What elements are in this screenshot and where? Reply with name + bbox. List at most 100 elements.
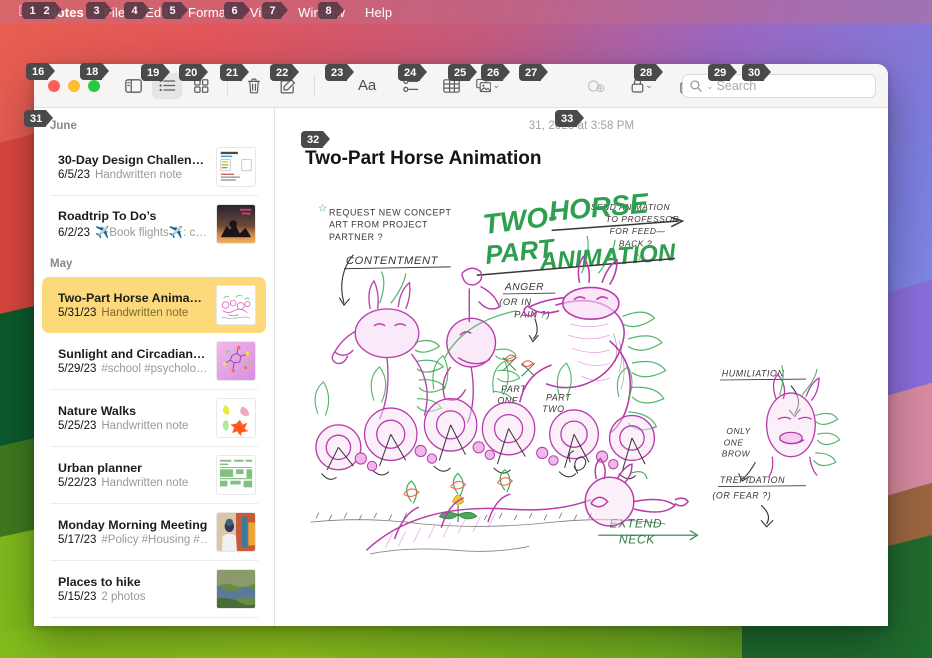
svg-text:TWO: TWO — [542, 404, 564, 414]
toolbar-divider-2 — [314, 74, 315, 97]
note-meta: 6/2/23 ✈️Book flights✈️: c… — [58, 225, 208, 239]
list-item[interactable]: Nature Walks 5/25/23 Handwritten note — [42, 390, 266, 446]
badge-18: 18 — [80, 63, 110, 80]
note-date: 5/17/23 — [58, 534, 97, 546]
note-thumbnail — [216, 569, 256, 609]
badge-4: 4 — [124, 2, 150, 19]
window-body: June 30-Day Design Challen… 6/5/23 Handwr… — [34, 108, 888, 626]
collaborate-icon[interactable] — [582, 73, 612, 99]
note-thumbnail — [216, 285, 256, 325]
note-thumbnail — [216, 147, 256, 187]
note-subtitle: #school #psycholo… — [101, 363, 208, 375]
format-text-icon[interactable]: Aa — [352, 73, 382, 99]
note-subtitle: 2 photos — [101, 591, 146, 603]
svg-text:CONTENTMENT: CONTENTMENT — [346, 255, 439, 267]
badge-26: 26 — [481, 64, 511, 81]
badge-25: 25 — [448, 64, 478, 81]
svg-text:HUMILIATION: HUMILIATION — [722, 368, 785, 378]
svg-text:ONLY: ONLY — [726, 426, 751, 436]
svg-text:BROW: BROW — [722, 449, 751, 459]
badge-22: 22 — [270, 64, 300, 81]
svg-text:PARTNER ?: PARTNER ? — [329, 232, 383, 242]
badge-3: 3 — [86, 2, 112, 19]
svg-text:FOR FEED—: FOR FEED— — [610, 226, 666, 236]
badge-8: 8 — [318, 2, 344, 19]
note-thumbnail — [216, 512, 256, 552]
badge-2: 2 — [36, 2, 62, 19]
badge-24: 24 — [398, 64, 428, 81]
note-meta: 5/17/23 #Policy #Housing #… — [58, 534, 208, 546]
list-item[interactable]: Summer Outfits 5/15/23 — [42, 618, 266, 626]
badge-19: 19 — [141, 64, 171, 81]
note-meta: 5/15/23 2 photos — [58, 591, 208, 603]
menu-item-help[interactable]: Help — [355, 5, 402, 20]
window-controls — [34, 79, 116, 92]
badge-16: 16 — [26, 63, 56, 80]
badge-6: 6 — [224, 2, 250, 19]
note-thumbnail — [216, 455, 256, 495]
note-title: Nature Walks — [58, 404, 137, 418]
note-subtitle: Handwritten note — [101, 307, 189, 319]
list-item[interactable]: Sunlight and Circadian… 5/29/23 #school #… — [42, 333, 266, 389]
note-thumbnail — [216, 341, 256, 381]
section-header-may: May — [50, 258, 73, 270]
note-detail-pane[interactable]: 31, 2023 at 3:58 PM Two-Part Horse Anima… — [275, 108, 888, 626]
svg-text:TREPIDATION: TREPIDATION — [720, 475, 785, 485]
lock-chevron-down-icon[interactable]: ⌄ — [645, 80, 653, 91]
badge-21: 21 — [220, 64, 250, 81]
note-title: Two-Part Horse Anima… — [58, 291, 202, 305]
list-item[interactable]: Roadtrip To Do’s 6/2/23 ✈️Book flights✈️:… — [42, 196, 266, 252]
note-meta: 5/31/23 Handwritten note — [58, 307, 208, 319]
svg-text:ART FROM PROJECT: ART FROM PROJECT — [329, 220, 428, 230]
badge-31: 31 — [24, 110, 54, 127]
svg-text:REQUEST NEW CONCEPT: REQUEST NEW CONCEPT — [329, 207, 451, 217]
badge-28: 28 — [634, 64, 664, 81]
note-meta: 6/5/23 Handwritten note — [58, 169, 208, 181]
section-header-june: June — [50, 120, 77, 132]
note-date: 5/25/23 — [58, 420, 97, 432]
note-meta: 5/22/23 Handwritten note — [58, 477, 208, 489]
zoom-button[interactable] — [88, 79, 100, 92]
list-item-selected[interactable]: Two-Part Horse Anima… 5/31/23 Handwritten… — [42, 277, 266, 333]
badge-5: 5 — [162, 2, 188, 19]
media-chevron-down-icon[interactable]: ⌄ — [492, 80, 500, 91]
list-item[interactable]: 30-Day Design Challen… 6/5/23 Handwritten… — [42, 139, 266, 195]
note-title: Places to hike — [58, 575, 141, 589]
note-subtitle: ✈️Book flights✈️: c… — [94, 227, 207, 239]
badge-32: 32 — [301, 131, 331, 148]
badge-33: 33 — [555, 110, 585, 127]
handwritten-horse-animation-sketch[interactable]: REQUEST NEW CONCEPT ART FROM PROJECT PAR… — [301, 180, 862, 580]
list-item[interactable]: Urban planner 5/22/23 Handwritten note — [42, 447, 266, 503]
list-item[interactable]: Monday Morning Meeting 5/17/23 #Policy #H… — [42, 504, 266, 560]
search-chevron-down-icon[interactable]: ⌄ — [706, 81, 714, 92]
svg-text:PAIN ?): PAIN ?) — [514, 309, 550, 319]
note-title: Monday Morning Meeting — [58, 518, 208, 532]
search-icon — [690, 80, 702, 92]
search-placeholder: Search — [716, 79, 757, 93]
note-date: 5/15/23 — [58, 591, 97, 603]
note-date: 6/5/23 — [58, 169, 90, 181]
note-title: 30-Day Design Challen… — [58, 153, 204, 167]
svg-text:(OR FEAR ?): (OR FEAR ?) — [712, 491, 771, 501]
close-button[interactable] — [48, 79, 60, 92]
note-title: Sunlight and Circadian… — [58, 347, 206, 361]
list-item[interactable]: Places to hike 5/15/23 2 photos — [42, 561, 266, 617]
notes-app-window: Aa ⌄ ⌄ ⌄ Search June 30-Day Design Chall… — [34, 64, 888, 626]
note-thumbnail — [216, 398, 256, 438]
note-title: Roadtrip To Do’s — [58, 209, 157, 223]
note-title: Urban planner — [58, 461, 142, 475]
badge-20: 20 — [179, 64, 209, 81]
badge-30: 30 — [742, 64, 772, 81]
badge-27: 27 — [519, 64, 549, 81]
svg-text:☆: ☆ — [318, 204, 328, 215]
note-subtitle: Handwritten note — [101, 477, 189, 489]
note-thumbnail — [216, 204, 256, 244]
minimize-button[interactable] — [68, 79, 80, 92]
badge-23: 23 — [325, 64, 355, 81]
badge-7: 7 — [262, 2, 288, 19]
notes-list[interactable]: June 30-Day Design Challen… 6/5/23 Handwr… — [34, 108, 275, 626]
badge-29: 29 — [708, 64, 738, 81]
svg-text:ANGER: ANGER — [504, 282, 544, 293]
note-subtitle: Handwritten note — [101, 420, 189, 432]
note-meta: 5/29/23 #school #psycholo… — [58, 363, 208, 375]
